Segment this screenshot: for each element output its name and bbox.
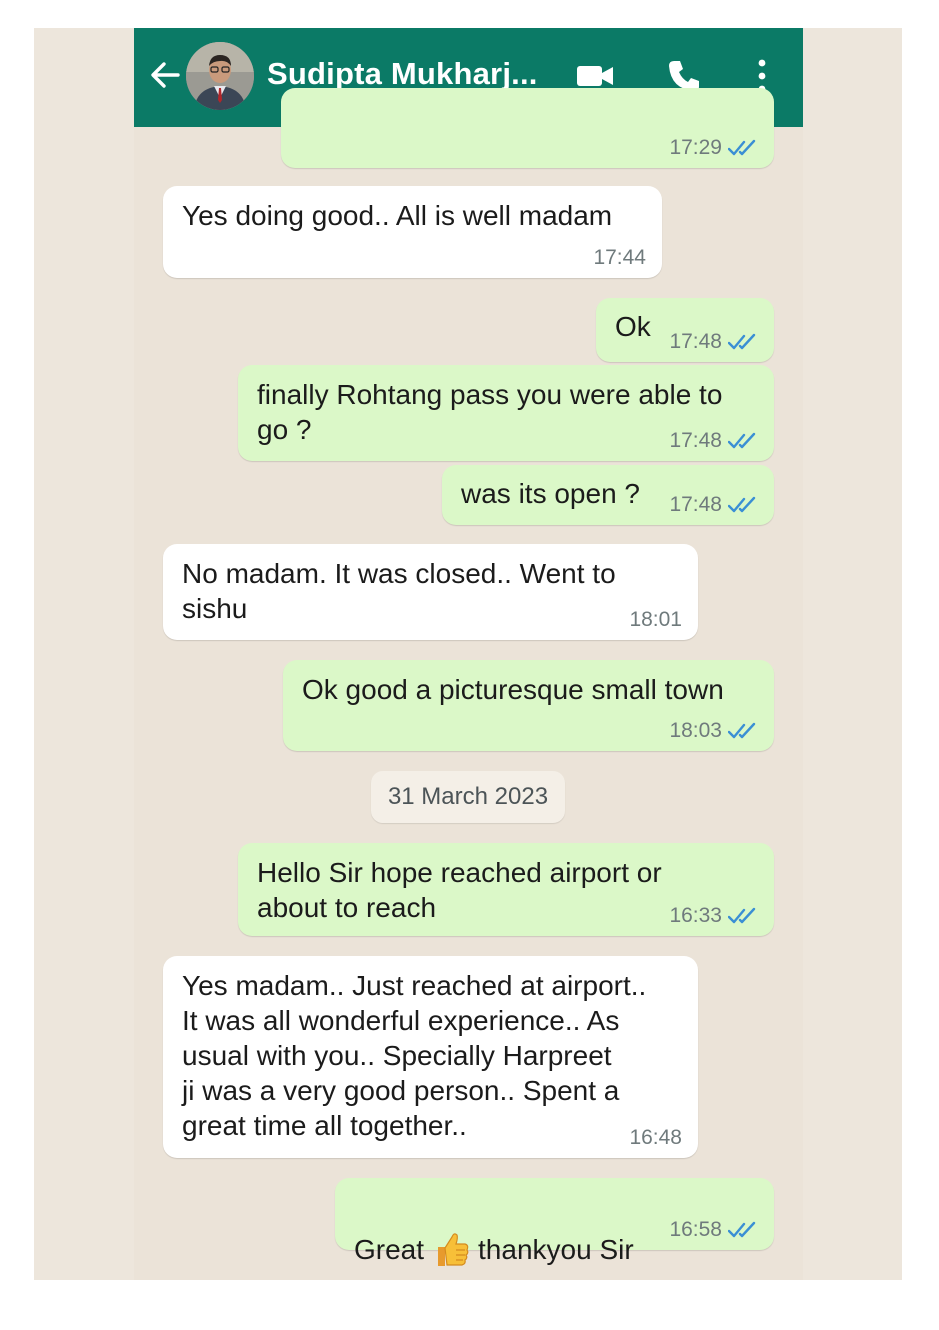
message-text: Ok	[615, 311, 651, 342]
message-meta: 16:33	[669, 904, 758, 928]
message-bubble-incoming[interactable]: Yes madam.. Just reached at airport.. It…	[163, 956, 698, 1158]
message-meta: 17:48	[669, 330, 758, 354]
double-check-read-icon	[728, 139, 756, 156]
message-text-part: thankyou Sir	[478, 1234, 634, 1265]
message-bubble-outgoing[interactable]: finally Rohtang pass you were able to go…	[238, 365, 774, 461]
message-text: Yes madam.. Just reached at airport.. It…	[182, 970, 647, 1141]
message-time: 18:03	[669, 719, 722, 742]
message-meta: 16:48	[629, 1126, 682, 1150]
video-call-icon[interactable]	[575, 61, 615, 91]
message-text-part: Great	[354, 1234, 425, 1265]
message-time: 16:58	[669, 1218, 722, 1241]
message-bubble-incoming[interactable]: No madam. It was closed.. Went to sishu …	[163, 544, 698, 640]
message-text: finally Rohtang pass you were able to go…	[257, 379, 723, 445]
double-check-read-icon	[728, 333, 756, 350]
message-time: 17:48	[669, 429, 722, 452]
double-check-read-icon	[728, 496, 756, 513]
message-text: Great thankyou Sir	[354, 1194, 634, 1269]
message-bubble-outgoing[interactable]: 17:29	[281, 88, 774, 168]
message-bubble-outgoing[interactable]: Ok good a picturesque small town 18:03	[283, 660, 774, 751]
message-bubble-outgoing[interactable]: was its open ? 17:48	[442, 465, 774, 525]
double-check-read-icon	[728, 722, 756, 739]
double-check-read-icon	[728, 432, 756, 449]
message-time: 18:01	[629, 608, 682, 631]
back-arrow-icon[interactable]	[148, 58, 182, 92]
message-text: Yes doing good.. All is well madam	[182, 200, 613, 231]
message-text: Hello Sir hope reached airport or about …	[257, 857, 662, 923]
message-time: 17:48	[669, 330, 722, 353]
message-meta: 17:44	[593, 246, 646, 270]
message-time: 16:48	[629, 1126, 682, 1149]
message-meta: 18:01	[629, 608, 682, 632]
double-check-read-icon	[728, 1221, 756, 1238]
message-text: was its open ?	[461, 478, 640, 509]
message-time: 16:33	[669, 904, 722, 927]
double-check-read-icon	[728, 907, 756, 924]
message-bubble-incoming[interactable]: Yes doing good.. All is well madam 17:44	[163, 186, 662, 278]
message-meta: 16:58	[669, 1218, 758, 1242]
message-time: 17:44	[593, 246, 646, 269]
message-text: No madam. It was closed.. Went to sishu	[182, 558, 616, 624]
message-meta: 18:03	[669, 719, 758, 743]
message-bubble-outgoing[interactable]: Ok 17:48	[596, 298, 774, 362]
contact-name[interactable]: Sudipta Mukharj...	[267, 56, 538, 92]
thumbs-up-icon	[438, 1233, 469, 1266]
date-divider: 31 March 2023	[371, 771, 565, 823]
message-meta: 17:48	[669, 493, 758, 517]
message-time: 17:48	[669, 493, 722, 516]
contact-avatar[interactable]	[186, 42, 254, 110]
message-meta: 17:48	[669, 429, 758, 453]
message-bubble-outgoing[interactable]: Great thankyou Sir 16:58	[335, 1178, 774, 1266]
message-meta: 17:29	[669, 136, 758, 160]
chat-window: Sudipta Mukharj... 17:29 Yes doing good.…	[134, 28, 803, 1280]
message-bubble-outgoing[interactable]: Hello Sir hope reached airport or about …	[238, 843, 774, 936]
message-text: Ok good a picturesque small town	[302, 674, 724, 705]
message-time: 17:29	[669, 136, 722, 159]
